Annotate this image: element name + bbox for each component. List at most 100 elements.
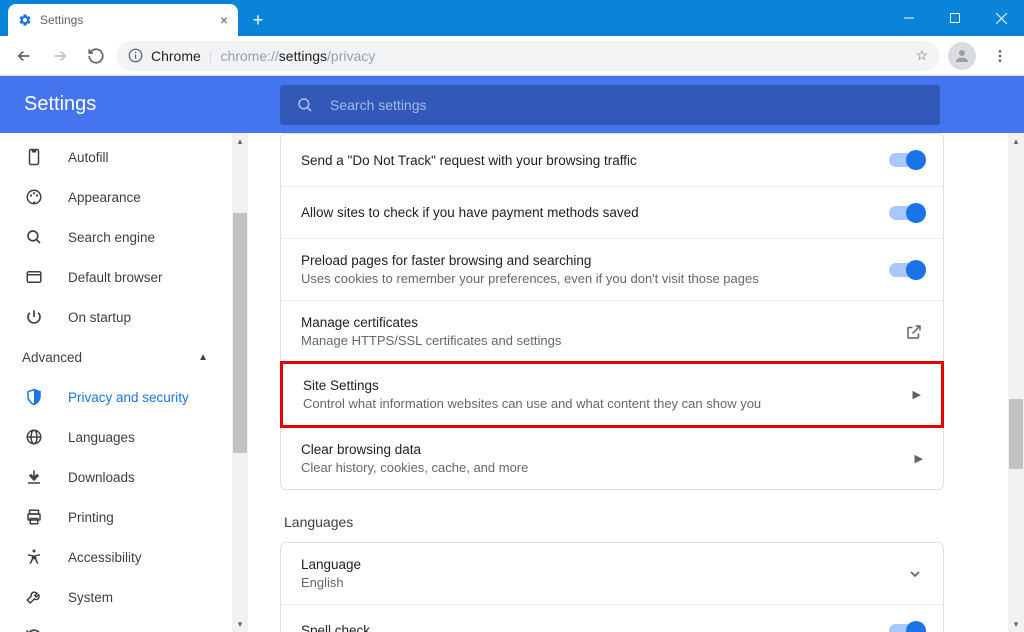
sidebar-item-privacy-and-security[interactable]: Privacy and security bbox=[0, 377, 232, 417]
privacy-card: Send a "Do Not Track" request with your … bbox=[280, 133, 944, 490]
url-part: /privacy bbox=[327, 48, 375, 64]
content-scrollbar[interactable]: ▴ ▾ bbox=[1008, 133, 1024, 632]
sidebar-section-advanced[interactable]: Advanced▲ bbox=[0, 337, 232, 377]
search-icon bbox=[296, 96, 314, 114]
tab-title: Settings bbox=[40, 13, 83, 27]
globe-icon bbox=[24, 428, 44, 446]
new-tab-button[interactable]: + bbox=[244, 6, 272, 34]
power-icon bbox=[24, 308, 44, 326]
sidebar-item-label: Autofill bbox=[68, 150, 109, 165]
sidebar-item-label: System bbox=[68, 590, 113, 605]
row-title: Clear browsing data bbox=[301, 442, 903, 457]
site-info-icon[interactable] bbox=[128, 48, 143, 63]
scroll-down-icon[interactable]: ▾ bbox=[232, 616, 248, 632]
profile-avatar[interactable] bbox=[948, 42, 976, 70]
row-title: Send a "Do Not Track" request with your … bbox=[301, 153, 877, 168]
scroll-thumb[interactable] bbox=[1009, 399, 1023, 469]
browser-tab[interactable]: Settings × bbox=[8, 4, 238, 36]
languages-card: Language English Spell check bbox=[280, 542, 944, 632]
setting-row-send-a-do-not-track-request-wi[interactable]: Send a "Do Not Track" request with your … bbox=[281, 134, 943, 186]
chevron-right-icon: ▶ bbox=[915, 452, 923, 465]
row-subtitle: Clear history, cookies, cache, and more bbox=[301, 460, 903, 475]
scroll-down-icon[interactable]: ▾ bbox=[1008, 616, 1024, 632]
section-label: Advanced bbox=[22, 350, 82, 365]
setting-row-site-settings[interactable]: Site SettingsControl what information we… bbox=[280, 361, 944, 428]
scroll-thumb[interactable] bbox=[233, 213, 247, 453]
toggle-switch[interactable] bbox=[889, 263, 923, 277]
window-controls bbox=[886, 0, 1024, 36]
sidebar-item-label: Accessibility bbox=[68, 550, 142, 565]
maximize-button[interactable] bbox=[932, 0, 978, 36]
toggle-switch[interactable] bbox=[889, 206, 923, 220]
setting-row-language[interactable]: Language English bbox=[281, 543, 943, 604]
close-tab-icon[interactable]: × bbox=[220, 12, 228, 28]
sidebar-item-system[interactable]: System bbox=[0, 577, 232, 617]
sidebar-item-reset-and-clean-up[interactable]: Reset and clean up bbox=[0, 617, 232, 632]
setting-row-manage-certificates[interactable]: Manage certificates Manage HTTPS/SSL cert… bbox=[281, 300, 943, 362]
bookmark-star-icon[interactable]: ☆ bbox=[915, 47, 928, 64]
setting-row-allow-sites-to-check-if-you-ha[interactable]: Allow sites to check if you have payment… bbox=[281, 186, 943, 238]
sidebar-item-accessibility[interactable]: Accessibility bbox=[0, 537, 232, 577]
setting-row-spell-check[interactable]: Spell check bbox=[281, 604, 943, 632]
chevron-down-icon bbox=[907, 566, 923, 582]
sidebar-item-downloads[interactable]: Downloads bbox=[0, 457, 232, 497]
external-link-icon bbox=[905, 323, 923, 341]
print-icon bbox=[24, 508, 44, 526]
url-prefix: Chrome bbox=[151, 48, 201, 64]
row-title: Language bbox=[301, 557, 895, 572]
url-part: chrome:// bbox=[220, 48, 278, 64]
settings-search-input[interactable] bbox=[330, 97, 924, 113]
section-heading-languages: Languages bbox=[280, 514, 944, 542]
row-title: Spell check bbox=[301, 623, 877, 632]
autofill-icon bbox=[24, 148, 44, 166]
scroll-up-icon[interactable]: ▴ bbox=[1008, 133, 1024, 149]
forward-button[interactable] bbox=[44, 40, 76, 72]
sidebar-item-label: Default browser bbox=[68, 270, 163, 285]
setting-row-clear-browsing-data[interactable]: Clear browsing data Clear history, cookie… bbox=[281, 427, 943, 489]
toggle-switch[interactable] bbox=[889, 624, 923, 632]
sidebar-item-printing[interactable]: Printing bbox=[0, 497, 232, 537]
omnibox[interactable]: Chrome | chrome://settings/privacy ☆ bbox=[116, 41, 940, 71]
sidebar-item-appearance[interactable]: Appearance bbox=[0, 177, 232, 217]
row-title: Allow sites to check if you have payment… bbox=[301, 205, 877, 220]
address-bar: Chrome | chrome://settings/privacy ☆ bbox=[0, 36, 1024, 76]
settings-sidebar: Autofill Appearance Search engine Default b… bbox=[0, 133, 232, 632]
chevron-right-icon: ▶ bbox=[913, 388, 921, 401]
row-title: Manage certificates bbox=[301, 315, 893, 330]
row-title: Preload pages for faster browsing and se… bbox=[301, 253, 877, 268]
sidebar-item-search-engine[interactable]: Search engine bbox=[0, 217, 232, 257]
wrench-icon bbox=[24, 588, 44, 606]
browser-icon bbox=[24, 268, 44, 286]
sidebar-item-autofill[interactable]: Autofill bbox=[0, 137, 232, 177]
sidebar-item-label: Languages bbox=[68, 430, 135, 445]
back-button[interactable] bbox=[8, 40, 40, 72]
settings-search[interactable] bbox=[280, 85, 940, 125]
appearance-icon bbox=[24, 188, 44, 206]
minimize-button[interactable] bbox=[886, 0, 932, 36]
sidebar-item-label: Search engine bbox=[68, 230, 155, 245]
download-icon bbox=[24, 468, 44, 486]
toggle-switch[interactable] bbox=[889, 153, 923, 167]
sidebar-item-on-startup[interactable]: On startup bbox=[0, 297, 232, 337]
row-subtitle: Manage HTTPS/SSL certificates and settin… bbox=[301, 333, 893, 348]
browser-menu-button[interactable] bbox=[984, 40, 1016, 72]
sidebar-item-label: On startup bbox=[68, 310, 131, 325]
setting-row-preload-pages-for-faster-brows[interactable]: Preload pages for faster browsing and se… bbox=[281, 238, 943, 300]
close-window-button[interactable] bbox=[978, 0, 1024, 36]
sidebar-item-label: Downloads bbox=[68, 470, 135, 485]
window-titlebar: Settings × + bbox=[0, 0, 1024, 36]
reset-icon bbox=[24, 628, 44, 632]
sidebar-scrollbar[interactable]: ▴ ▾ bbox=[232, 133, 248, 632]
row-subtitle: Control what information websites can us… bbox=[303, 396, 901, 411]
shield-icon bbox=[24, 388, 44, 406]
settings-header: Settings bbox=[0, 76, 1024, 133]
settings-content: Send a "Do Not Track" request with your … bbox=[248, 133, 1024, 632]
reload-button[interactable] bbox=[80, 40, 112, 72]
scroll-up-icon[interactable]: ▴ bbox=[232, 133, 248, 149]
sidebar-item-label: Printing bbox=[68, 510, 114, 525]
sidebar-item-languages[interactable]: Languages bbox=[0, 417, 232, 457]
sidebar-item-label: Appearance bbox=[68, 190, 141, 205]
row-subtitle: English bbox=[301, 575, 895, 590]
row-subtitle: Uses cookies to remember your preference… bbox=[301, 271, 877, 286]
sidebar-item-default-browser[interactable]: Default browser bbox=[0, 257, 232, 297]
